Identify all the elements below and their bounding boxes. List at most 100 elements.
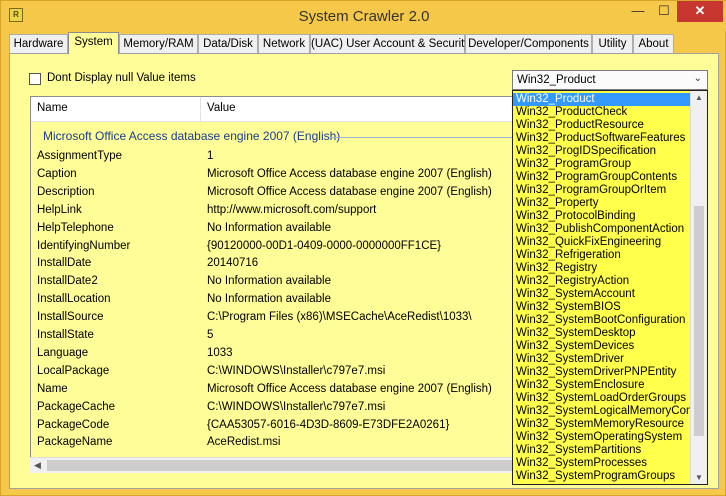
- dropdown-scroll-thumb[interactable]: [694, 206, 704, 436]
- dropdown-option[interactable]: Win32_SystemLoadOrderGroups: [513, 392, 691, 405]
- tab-hardware[interactable]: Hardware: [9, 34, 68, 53]
- table-row[interactable]: Name Microsoft Office Access database eng…: [31, 381, 514, 399]
- null-values-label[interactable]: Dont Display null Value items: [47, 72, 196, 84]
- dropdown-option[interactable]: Win32_ProgIDSpecification: [513, 145, 691, 158]
- property-name: Language: [37, 346, 89, 359]
- property-value: {90120000-00D1-0409-0000-0000000FF1CE}: [207, 239, 442, 252]
- dropdown-option[interactable]: Win32_SystemBootConfiguration: [513, 314, 691, 327]
- dropdown-option[interactable]: Win32_Property: [513, 197, 691, 210]
- column-divider[interactable]: [200, 97, 201, 121]
- wmi-class-dropdown-list: Win32_Product Win32_ProductCheck Win32_Pro…: [512, 90, 708, 485]
- property-grid: Name Value Microsoft Office Access datab…: [30, 96, 515, 473]
- scroll-left-icon[interactable]: ◀: [34, 460, 41, 471]
- dropdown-option[interactable]: Win32_RegistryAction: [513, 275, 691, 288]
- property-value: 1033: [207, 346, 233, 359]
- maximize-button[interactable]: ☐: [651, 1, 677, 22]
- dropdown-option[interactable]: Win32_Product: [513, 93, 691, 106]
- dropdown-option[interactable]: Win32_PublishComponentAction: [513, 223, 691, 236]
- dropdown-option[interactable]: Win32_ProtocolBinding: [513, 210, 691, 223]
- title-bar[interactable]: R System Crawler 2.0 — ☐ ✕: [1, 1, 726, 31]
- table-row[interactable]: HelpTelephone No Information available: [31, 220, 514, 238]
- property-value: No Information available: [207, 275, 332, 288]
- close-button[interactable]: ✕: [677, 1, 723, 22]
- dropdown-option[interactable]: Win32_ProductSoftwareFeatures: [513, 132, 691, 145]
- property-value: No Information available: [207, 293, 332, 306]
- minimize-button[interactable]: —: [625, 1, 651, 22]
- table-row[interactable]: InstallState 5: [31, 327, 514, 345]
- table-row[interactable]: LocalPackage C:\WINDOWS\Installer\c797e7.…: [31, 363, 514, 381]
- dropdown-option[interactable]: Win32_ProgramGroup: [513, 158, 691, 171]
- table-row[interactable]: Caption Microsoft Office Access database …: [31, 166, 514, 184]
- table-row[interactable]: InstallDate 20140716: [31, 255, 514, 273]
- column-header-value[interactable]: Value: [207, 102, 236, 114]
- table-row[interactable]: Description Microsoft Office Access datab…: [31, 184, 514, 202]
- dropdown-option[interactable]: Win32_SystemProgramGroups: [513, 470, 691, 483]
- table-row[interactable]: HelpLink http://www.microsoft.com/support: [31, 202, 514, 220]
- table-row[interactable]: PackageCode {CAA53057-6016-4D3D-8609-E73D…: [31, 417, 514, 435]
- dropdown-option[interactable]: Win32_SystemProcesses: [513, 457, 691, 470]
- table-row[interactable]: PackageCache C:\WINDOWS\Installer\c797e7.…: [31, 399, 514, 417]
- scroll-down-icon[interactable]: ▼: [695, 473, 703, 482]
- tab-network[interactable]: Network: [258, 34, 310, 53]
- tab-data-disk[interactable]: Data/Disk: [198, 34, 258, 53]
- wmi-class-select[interactable]: Win32_Product ⌄: [512, 70, 708, 90]
- tab-developer-components[interactable]: Developer/Components: [465, 34, 592, 53]
- property-value: 1: [207, 150, 214, 162]
- horizontal-scroll-thumb[interactable]: [47, 460, 513, 471]
- dropdown-option[interactable]: Win32_Refrigeration: [513, 249, 691, 262]
- property-value: AceRedist.msi: [207, 436, 281, 449]
- property-name: InstallDate2: [37, 275, 98, 288]
- scroll-up-icon[interactable]: ▲: [695, 93, 703, 102]
- table-row[interactable]: InstallDate2 No Information available: [31, 273, 514, 291]
- dropdown-option[interactable]: Win32_SystemEnclosure: [513, 379, 691, 392]
- table-row[interactable]: Language 1033: [31, 345, 514, 363]
- property-name: PackageName: [37, 436, 113, 449]
- tab-system[interactable]: System: [68, 32, 119, 54]
- dropdown-option[interactable]: Win32_SystemPartitions: [513, 444, 691, 457]
- dropdown-option[interactable]: Win32_SystemLogicalMemoryConfiguration: [513, 405, 691, 418]
- property-value: {CAA53057-6016-4D3D-8609-E73DFE2A0261}: [207, 418, 450, 431]
- chevron-down-icon[interactable]: ⌄: [694, 73, 702, 84]
- dropdown-option[interactable]: Win32_SystemMemoryResource: [513, 418, 691, 431]
- property-name: InstallLocation: [37, 293, 111, 306]
- table-row[interactable]: PackageName AceRedist.msi: [31, 434, 514, 452]
- tab-about[interactable]: About: [633, 34, 674, 53]
- property-value: 5: [207, 329, 214, 341]
- property-value: C:\WINDOWS\Installer\c797e7.msi: [207, 400, 386, 413]
- horizontal-scrollbar[interactable]: ◀: [30, 457, 515, 473]
- dropdown-option[interactable]: Win32_ProgramGroupContents: [513, 171, 691, 184]
- dropdown-option[interactable]: Win32_SystemDevices: [513, 340, 691, 353]
- table-row[interactable]: InstallSource C:\Program Files (x86)\MSEC…: [31, 309, 514, 327]
- tab-uac-security[interactable]: (UAC) User Account & Security: [310, 34, 470, 53]
- property-value: Microsoft Office Access database engine …: [207, 382, 492, 395]
- group-divider: [331, 137, 514, 138]
- column-header-name[interactable]: Name: [37, 102, 68, 114]
- tab-utility[interactable]: Utility: [592, 34, 633, 53]
- table-row[interactable]: AssignmentType 1: [31, 148, 514, 166]
- null-values-checkbox[interactable]: [29, 73, 41, 85]
- property-name: PackageCache: [37, 400, 115, 413]
- dropdown-option[interactable]: Win32_ProductResource: [513, 119, 691, 132]
- dropdown-scrollbar[interactable]: ▲ ▼: [690, 91, 707, 484]
- property-name: HelpLink: [37, 203, 82, 216]
- dropdown-option[interactable]: Win32_Registry: [513, 262, 691, 275]
- table-row[interactable]: InstallLocation No Information available: [31, 291, 514, 309]
- property-name: HelpTelephone: [37, 221, 114, 234]
- dropdown-option[interactable]: Win32_SystemAccount: [513, 288, 691, 301]
- app-window: R System Crawler 2.0 — ☐ ✕ Hardware Syst…: [0, 0, 726, 496]
- property-name: Name: [37, 382, 68, 395]
- dropdown-option[interactable]: Win32_SystemDesktop: [513, 327, 691, 340]
- dropdown-option[interactable]: Win32_ProductCheck: [513, 106, 691, 119]
- tab-memory-ram[interactable]: Memory/RAM: [119, 34, 198, 53]
- dropdown-option[interactable]: Win32_ProgramGroupOrItem: [513, 184, 691, 197]
- property-name: IdentifyingNumber: [37, 239, 131, 252]
- dropdown-option[interactable]: Win32_SystemBIOS: [513, 301, 691, 314]
- grid-header: Name Value: [31, 97, 514, 122]
- table-row[interactable]: IdentifyingNumber {90120000-00D1-0409-000…: [31, 238, 514, 256]
- dropdown-option[interactable]: Win32_QuickFixEngineering: [513, 236, 691, 249]
- dropdown-option[interactable]: Win32_SystemDriverPNPEntity: [513, 366, 691, 379]
- property-value: No Information available: [207, 221, 332, 234]
- dropdown-option[interactable]: Win32_SystemOperatingSystem: [513, 431, 691, 444]
- dropdown-option[interactable]: Win32_SystemDriver: [513, 353, 691, 366]
- property-value: Microsoft Office Access database engine …: [207, 185, 492, 198]
